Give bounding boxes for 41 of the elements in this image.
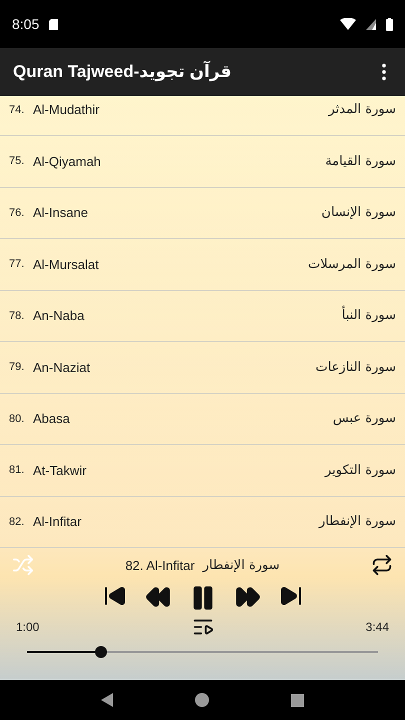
- surah-name: Al-Mursalat: [33, 256, 100, 272]
- sd-card-icon: [49, 18, 58, 30]
- surah-number: 80.: [9, 412, 26, 425]
- surah-name: At-Takwir: [33, 462, 88, 478]
- track-title: 82. Al-Infitar: [125, 558, 195, 572]
- surah-arabic-name: سورة عبس: [332, 411, 396, 426]
- surah-arabic-name: سورة المرسلات: [308, 256, 396, 272]
- surah-name: An-Naba: [33, 308, 86, 324]
- surah-arabic-name: سورة التكوير: [324, 462, 396, 478]
- elapsed-time: 1:00: [16, 620, 40, 634]
- app-title: Quran Tajweed-قرآن تجويد: [13, 62, 232, 82]
- home-icon[interactable]: [195, 693, 209, 707]
- signal-icon: [366, 18, 376, 30]
- status-time: 8:05: [12, 16, 40, 32]
- surah-name: Al-Mudathir: [33, 102, 100, 118]
- duration-time: 3:44: [366, 620, 389, 634]
- surah-number: 81.: [9, 464, 26, 476]
- surah-number: 74.: [9, 104, 26, 116]
- surah-arabic-name: سورة الإنسان: [321, 205, 396, 220]
- recents-icon[interactable]: [291, 694, 304, 706]
- surah-arabic-name: سورة القيامة: [325, 154, 396, 169]
- surah-name: Al-Insane: [33, 205, 89, 220]
- surah-number: 79.: [9, 361, 26, 374]
- battery-icon: [386, 18, 393, 30]
- surah-name: An-Naziat: [33, 360, 92, 375]
- back-icon[interactable]: [101, 693, 113, 707]
- surah-name: Abasa: [33, 411, 71, 426]
- surah-arabic-name: سورة النبأ: [342, 308, 396, 324]
- wifi-icon: [340, 18, 356, 30]
- surah-number: 76.: [9, 206, 26, 219]
- surah-arabic-name: سورة النازعات: [315, 360, 396, 375]
- seek-thumb[interactable]: [94, 646, 107, 658]
- surah-number: 82.: [9, 516, 26, 528]
- surah-number: 78.: [9, 310, 26, 322]
- surah-arabic-name: سورة الإنفطار: [319, 514, 396, 530]
- surah-name: Al-Infitar: [33, 514, 82, 530]
- surah-arabic-name: سورة المدثر: [328, 102, 396, 118]
- surah-number: 77.: [9, 258, 26, 270]
- surah-number: 75.: [9, 155, 26, 168]
- surah-name: Al-Qiyamah: [33, 154, 102, 169]
- track-arabic-title: سورة الإنفطار: [202, 558, 280, 572]
